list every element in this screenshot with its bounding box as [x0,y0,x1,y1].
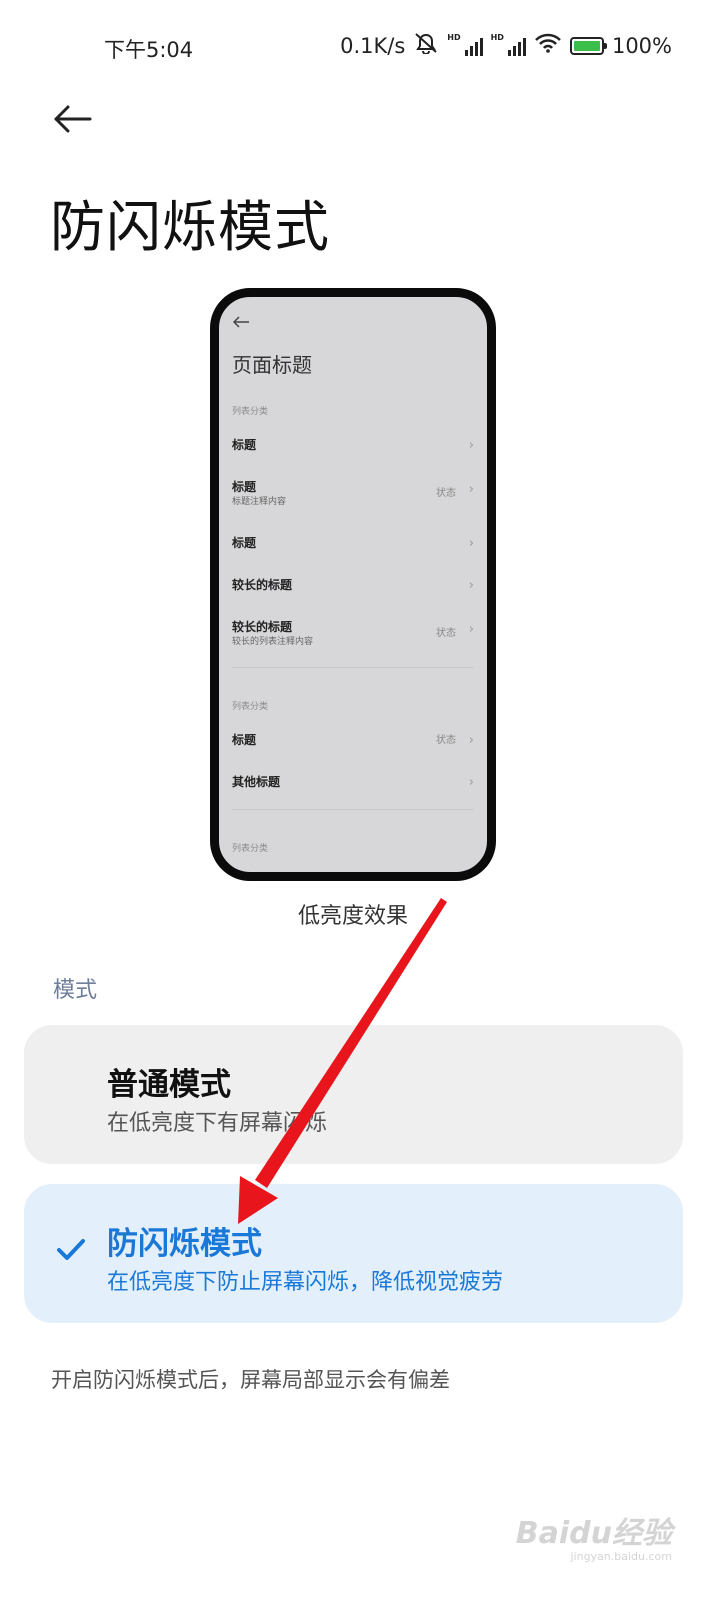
back-arrow-icon [54,105,92,133]
preview-list-item: 较长的标题 较长的列表注释内容 状态 › [232,620,474,647]
preview-divider [232,667,474,668]
footnote-text: 开启防闪烁模式后，屏幕局部显示会有偏差 [51,1368,450,1392]
signal-icon-1 [464,36,483,56]
chevron-right-icon: › [468,578,474,593]
back-button[interactable] [44,95,100,143]
preview-list-item: 标题 状态 › [232,733,474,748]
chevron-right-icon: › [468,775,474,790]
chevron-right-icon: › [468,733,474,748]
chevron-right-icon: › [468,536,474,551]
mute-icon [413,32,439,59]
chevron-right-icon: › [468,482,474,497]
preview-list-item: 其他标题 › [232,775,474,790]
check-icon [56,1238,86,1266]
mode-option-subtitle: 在低亮度下防止屏幕闪烁，降低视觉疲劳 [107,1270,504,1295]
preview-back-icon [232,313,250,332]
status-icons: 0.1K/s HD HD 100% [340,32,672,59]
page-title: 防闪烁模式 [50,195,331,259]
preview-caption: 低亮度效果 [297,904,408,929]
mode-option-title: 防闪烁模式 [107,1226,262,1262]
section-label-mode: 模式 [53,978,98,1003]
mode-option-subtitle: 在低亮度下有屏幕闪烁 [107,1111,328,1136]
net-speed: 0.1K/s [340,33,406,58]
chevron-right-icon: › [468,438,474,453]
preview-page-title: 页面标题 [232,353,312,377]
hd-badge-2: HD [490,33,504,42]
watermark-logo: Baidu经验 [515,1516,672,1551]
wifi-icon [534,33,562,58]
preview-divider [232,809,474,810]
watermark: Baidu经验 jingyan.baidu.com [516,1508,672,1563]
hd-badge-1: HD [447,33,461,42]
chevron-right-icon: › [468,622,474,637]
battery-icon [569,36,607,55]
preview-list-item: 标题 › [232,438,474,453]
mode-option-normal[interactable]: 普通模式 在低亮度下有屏幕闪烁 [24,1025,683,1164]
preview-list-item: 较长的标题 › [232,578,474,593]
preview-phone: 页面标题 列表分类 标题 › 标题 标题注释内容 状态 › 标题 › 较长的标题… [210,288,496,881]
preview-category: 列表分类 [232,407,269,417]
signal-icon-2 [507,36,526,56]
preview-list-item: 标题 › [232,536,474,551]
preview-category: 列表分类 [232,702,269,712]
preview-list-item: 标题 标题注释内容 状态 › [232,480,474,507]
mode-option-title: 普通模式 [107,1067,231,1103]
status-time: 下午5:04 [104,38,194,62]
battery-percent: 100% [611,33,672,58]
preview-category: 列表分类 [232,844,269,854]
mode-option-anti-flicker[interactable]: 防闪烁模式 在低亮度下防止屏幕闪烁，降低视觉疲劳 [24,1184,683,1323]
